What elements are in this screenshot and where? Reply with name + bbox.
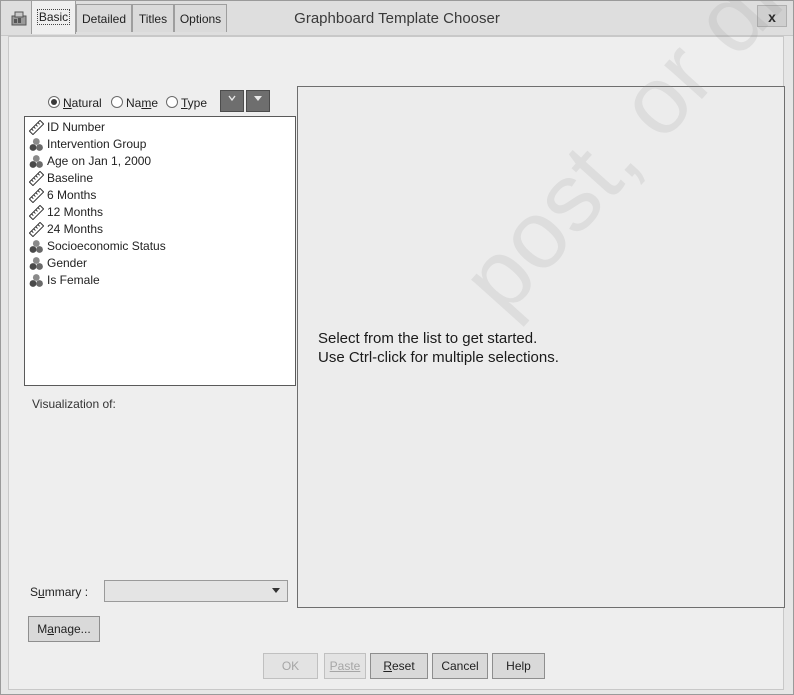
preview-panel [297, 86, 785, 608]
nominal-balls-icon [29, 155, 43, 168]
list-item-label: ID Number [47, 120, 106, 134]
nominal-balls-icon [29, 274, 43, 287]
close-button[interactable]: x [757, 5, 787, 27]
paste-button[interactable]: Paste [324, 653, 366, 679]
natural-radio[interactable] [48, 96, 60, 108]
help-button[interactable]: Help [492, 653, 545, 679]
scale-ruler-icon [29, 188, 44, 203]
ok-button[interactable]: OK [263, 653, 318, 679]
type-label: Type [181, 96, 208, 110]
summary-label: Summary : [30, 585, 89, 599]
list-item-label: Age on Jan 1, 2000 [47, 154, 152, 168]
cancel-button[interactable]: Cancel [432, 653, 488, 679]
list-item-label: Baseline [47, 171, 94, 185]
tab-options-label: Options [179, 12, 222, 26]
chevron-down-icon [272, 588, 280, 593]
name-radio[interactable] [111, 96, 123, 108]
type-radio[interactable] [166, 96, 178, 108]
nominal-balls-icon [29, 138, 43, 151]
scale-ruler-icon [29, 222, 44, 237]
tab-options[interactable]: Options [174, 4, 227, 32]
list-item-label: Intervention Group [47, 137, 147, 151]
list-item-label: 24 Months [47, 222, 104, 236]
natural-label: Natural [63, 96, 102, 110]
list-item-label: 6 Months [47, 188, 97, 202]
manage-button[interactable]: Manage... [28, 616, 100, 642]
tab-detailed[interactable]: Detailed [76, 4, 132, 32]
visualization-of-label: Visualization of: [32, 397, 116, 411]
reset-button[interactable]: Reset [370, 653, 428, 679]
scale-ruler-icon [29, 205, 44, 220]
list-item-label: Socioeconomic Status [47, 239, 166, 253]
tab-titles-label: Titles [138, 12, 168, 26]
tab-basic[interactable]: Basic [31, 0, 76, 34]
list-item-label: 12 Months [47, 205, 104, 219]
preview-message-line1: Select from the list to get started. [318, 330, 538, 347]
list-item-label: Gender [47, 256, 88, 270]
scale-ruler-icon [29, 120, 44, 135]
sort-descending-icon [254, 96, 262, 101]
tab-detailed-label: Detailed [81, 12, 127, 26]
tab-basic-label: Basic [36, 9, 71, 25]
preview-message-line2: Use Ctrl-click for multiple selections. [318, 349, 559, 366]
sort-ascending-button[interactable] [220, 90, 244, 112]
sort-descending-button[interactable] [246, 90, 270, 112]
summary-dropdown[interactable] [104, 580, 288, 602]
name-label: Name [126, 96, 159, 110]
nominal-balls-icon [29, 240, 43, 253]
tab-titles[interactable]: Titles [132, 4, 174, 32]
variable-list[interactable]: ID Number Intervention Group Age on Jan … [24, 116, 296, 386]
sort-ascending-icon [228, 95, 236, 102]
scale-ruler-icon [29, 171, 44, 186]
list-item-label: Is Female [47, 273, 100, 287]
nominal-balls-icon [29, 257, 43, 270]
